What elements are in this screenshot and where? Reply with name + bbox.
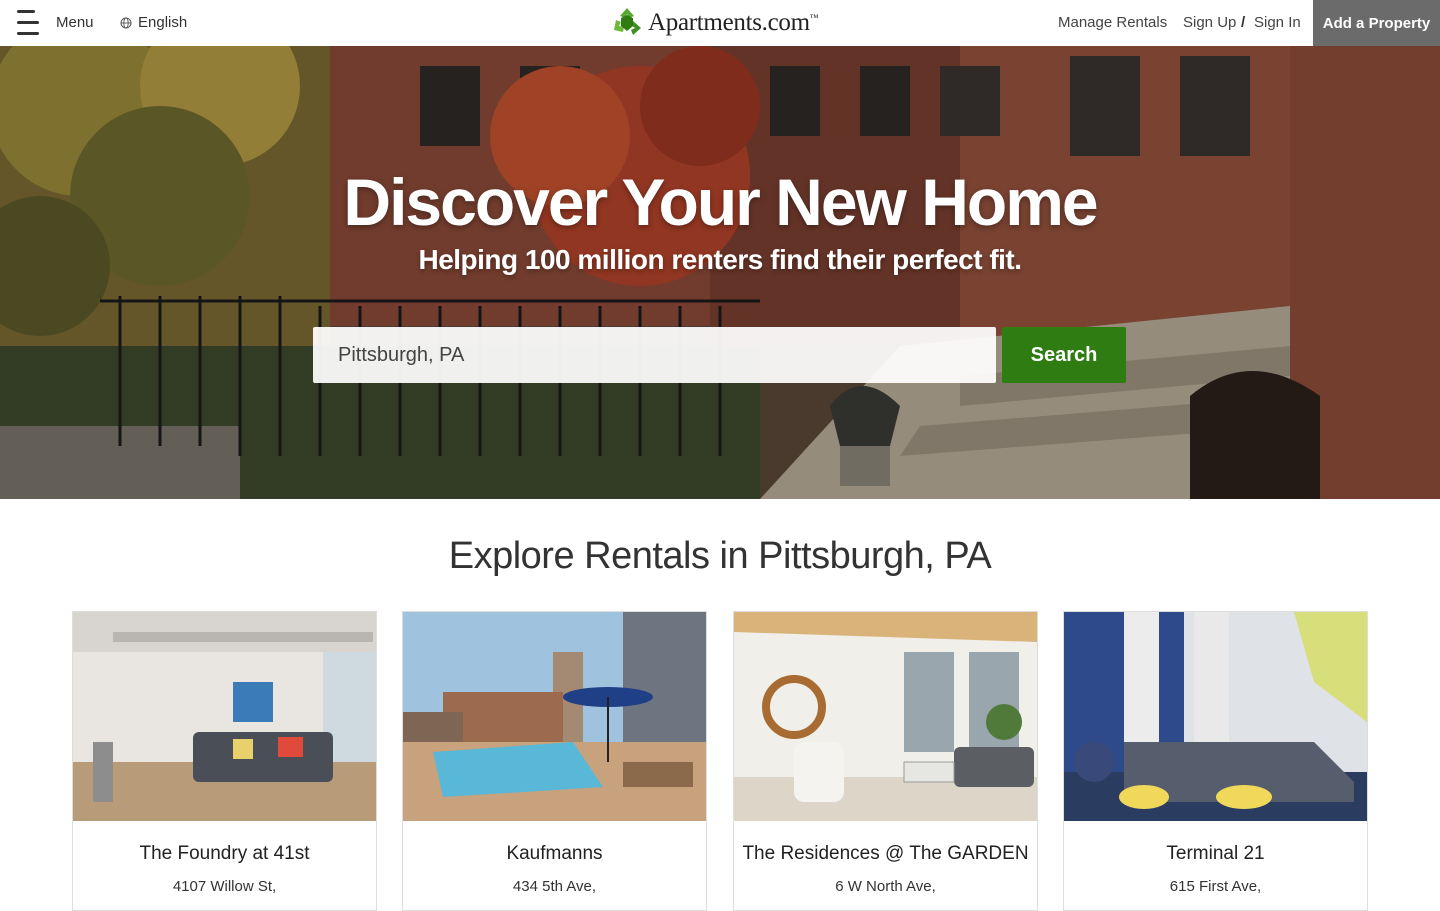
hero-subtitle: Helping 100 million renters find their p… [418, 244, 1022, 275]
manage-rentals-link[interactable]: Manage Rentals [1058, 14, 1167, 31]
rental-card-terminal-21[interactable]: Terminal 21 615 First Ave, [1063, 611, 1368, 911]
logo-text: Apartments.com™ [648, 9, 819, 37]
rental-name: The Foundry at 41st [139, 843, 310, 864]
language-label: English [138, 14, 188, 31]
rental-address: 615 First Ave, [1169, 878, 1262, 895]
menu-link[interactable]: Menu [56, 14, 94, 31]
search-button[interactable]: Search [1002, 327, 1126, 383]
add-property-button[interactable]: Add a Property [1313, 0, 1440, 46]
logo-trademark: ™ [809, 12, 819, 23]
sign-up-link[interactable]: Sign Up [1183, 14, 1236, 31]
rental-address: 6 W North Ave, [835, 878, 936, 895]
rental-photo [403, 612, 706, 821]
top-navigation-bar: Menu English Apartments.com™ Manage Rent… [0, 0, 1440, 46]
hamburger-menu-icon[interactable] [17, 10, 41, 36]
rental-photo [734, 612, 1037, 821]
rental-card-kaufmanns[interactable]: Kaufmanns 434 5th Ave, [402, 611, 707, 911]
apartments-logo[interactable]: Apartments.com™ [610, 5, 819, 41]
rental-card-residences-garden[interactable]: The Residences @ The GARDEN 6 W North Av… [733, 611, 1038, 911]
hero-title: Discover Your New Home [343, 165, 1098, 239]
rental-address: 434 5th Ave, [512, 878, 597, 895]
language-selector[interactable]: English [120, 14, 187, 31]
rental-name: Terminal 21 [1166, 843, 1265, 864]
explore-heading: Explore Rentals in Pittsburgh, PA [448, 535, 992, 577]
recycle-leaf-logo-icon [614, 8, 641, 35]
rental-name: Kaufmanns [506, 843, 603, 864]
location-search-input[interactable] [313, 327, 996, 383]
globe-icon [120, 17, 132, 28]
rental-cards: The Foundry at 41st 4107 Willow St, Kauf… [72, 611, 1368, 911]
rental-address: 4107 Willow St, [172, 878, 277, 895]
rental-photo [73, 612, 376, 821]
logo-wordmark: Apartments.com [648, 9, 810, 36]
rental-name: The Residences @ The GARDEN [742, 843, 1029, 864]
hero-section: Discover Your New Home Helping 100 milli… [0, 46, 1440, 499]
rental-card-foundry[interactable]: The Foundry at 41st 4107 Willow St, [72, 611, 377, 911]
auth-separator: / [1241, 14, 1246, 31]
rental-photo [1064, 612, 1367, 821]
sign-in-link[interactable]: Sign In [1254, 14, 1301, 31]
